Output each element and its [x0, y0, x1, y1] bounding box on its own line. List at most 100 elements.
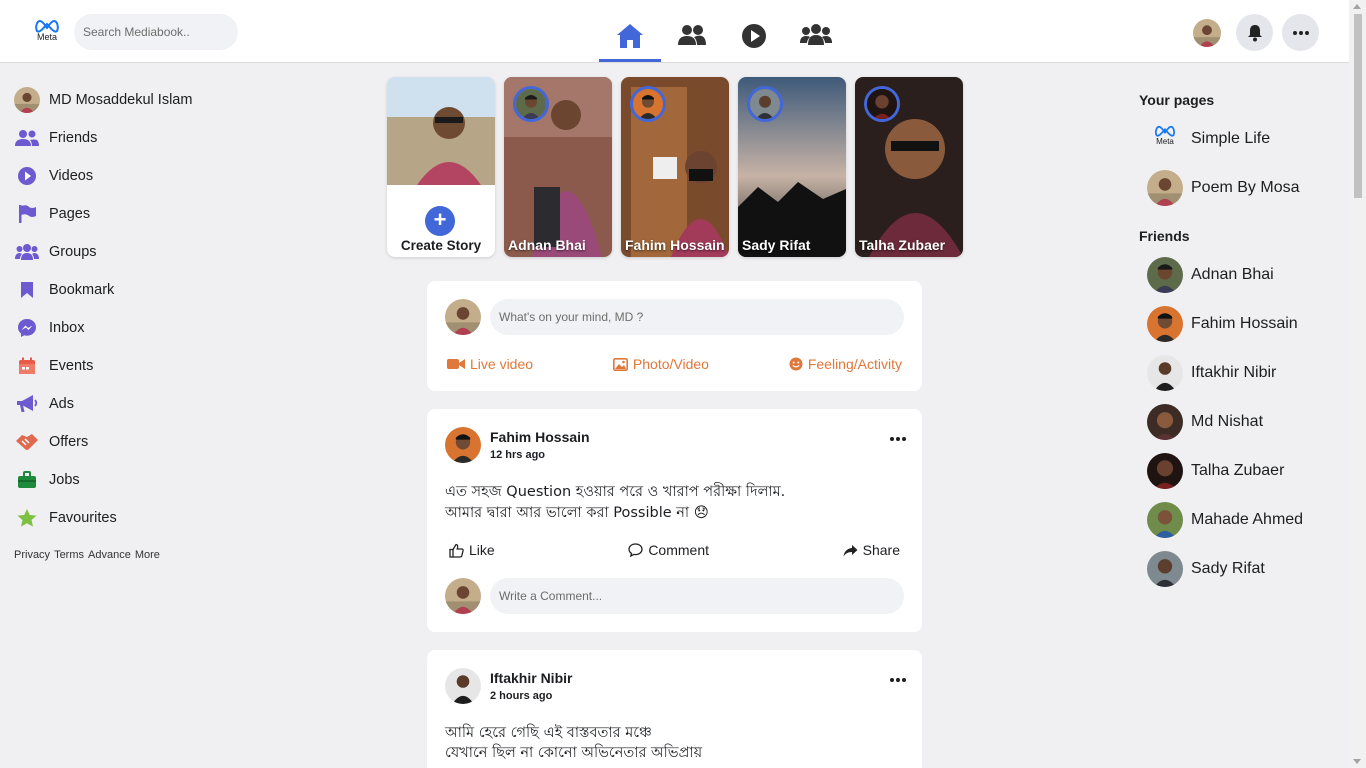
post-timestamp: 2 hours ago: [490, 690, 553, 702]
sidebar-item-label: Jobs: [49, 472, 80, 488]
friend-item[interactable]: Fahim Hossain: [1139, 299, 1339, 348]
share-button[interactable]: Share: [843, 542, 900, 558]
post-actions: Like Comment Share: [449, 542, 900, 558]
nav-friends[interactable]: [661, 14, 723, 60]
page-item[interactable]: Poem By Mosa: [1139, 163, 1339, 212]
sidebar-item-groups[interactable]: Groups: [14, 233, 274, 271]
like-button[interactable]: Like: [449, 542, 495, 558]
sidebar-item-ads[interactable]: Ads: [14, 385, 274, 423]
footer-link-privacy[interactable]: Privacy: [14, 549, 50, 561]
comment-bubble-icon: [628, 543, 643, 557]
page-scrollbar[interactable]: [1349, 0, 1366, 768]
avatar[interactable]: [445, 427, 481, 463]
meta-logo-text: Meta: [36, 32, 57, 42]
sidebar-item-jobs[interactable]: Jobs: [14, 461, 274, 499]
sidebar-item-pages[interactable]: Pages: [14, 195, 274, 233]
friend-name: Sady Rifat: [1191, 559, 1265, 577]
feeling-activity-button[interactable]: Feeling/Activity: [789, 356, 902, 372]
sidebar-item-label: Ads: [49, 396, 74, 412]
friends-icon: [678, 25, 706, 45]
story-avatar: [747, 86, 783, 122]
nav-groups[interactable]: [785, 14, 847, 60]
post-timestamp: 12 hrs ago: [490, 449, 546, 461]
post-text-line: যেখানে ছিল না কোনো অভিনেতার অভিপ্রায়: [445, 745, 703, 761]
sidebar-item-friends[interactable]: Friends: [14, 119, 274, 157]
story-card[interactable]: Sady Rifat: [738, 77, 846, 257]
search-input[interactable]: [74, 14, 238, 50]
profile-avatar[interactable]: [1193, 19, 1221, 47]
post-options-icon[interactable]: [890, 678, 906, 682]
friend-item[interactable]: Md Nishat: [1139, 397, 1339, 446]
handshake-icon: [14, 429, 40, 455]
scroll-up-arrow-icon[interactable]: [1353, 4, 1361, 9]
avatar: [1147, 502, 1183, 538]
friend-item[interactable]: Sady Rifat: [1139, 544, 1339, 593]
post-header: Fahim Hossain 12 hrs ago: [445, 427, 590, 463]
avatar[interactable]: [445, 668, 481, 704]
star-icon: [14, 505, 40, 531]
photo-video-button[interactable]: Photo/Video: [612, 356, 709, 372]
story-card[interactable]: Fahim Hossain: [621, 77, 729, 257]
sidebar-item-bookmark[interactable]: Bookmark: [14, 271, 274, 309]
post-options-icon[interactable]: [890, 437, 906, 441]
avatar: [1147, 404, 1183, 440]
avatar: [1147, 170, 1183, 206]
megaphone-icon: [14, 391, 40, 417]
footer-link-terms[interactable]: Terms: [54, 549, 84, 561]
create-story-card[interactable]: + Create Story: [387, 77, 495, 257]
story-card[interactable]: Adnan Bhai: [504, 77, 612, 257]
notifications-button[interactable]: [1236, 14, 1273, 51]
avatar: [1147, 355, 1183, 391]
scroll-down-arrow-icon[interactable]: [1353, 759, 1361, 764]
post-author[interactable]: Iftakhir Nibir: [490, 670, 572, 686]
friend-name: Md Nishat: [1191, 412, 1264, 430]
nav-home[interactable]: [599, 14, 661, 62]
story-avatar: [513, 86, 549, 122]
sidebar-item-label: Bookmark: [49, 282, 115, 298]
friend-name: Fahim Hossain: [1191, 314, 1298, 332]
sidebar-item-events[interactable]: Events: [14, 347, 274, 385]
post-composer: Live video Photo/Video Feeling/Activity: [427, 281, 922, 391]
add-story-button[interactable]: +: [425, 206, 455, 236]
page-item[interactable]: Meta Simple Life: [1139, 114, 1339, 163]
sidebar-item-label: Pages: [49, 206, 91, 222]
story-card[interactable]: Talha Zubaer: [855, 77, 963, 257]
sidebar-item-videos[interactable]: Videos: [14, 157, 274, 195]
scroll-thumb[interactable]: [1354, 14, 1362, 198]
sidebar-item-inbox[interactable]: Inbox: [14, 309, 274, 347]
more-menu-button[interactable]: [1282, 14, 1319, 51]
sidebar-profile[interactable]: MD Mosaddekul Islam: [14, 81, 274, 119]
sidebar-footer-links: Privacy Terms Advance More: [14, 549, 274, 561]
post-author[interactable]: Fahim Hossain: [490, 429, 590, 445]
avatar: [1147, 257, 1183, 293]
story-avatar: [864, 86, 900, 122]
friends-icon: [14, 125, 40, 151]
friend-name: Iftakhir Nibir: [1191, 363, 1277, 381]
smiley-icon: [789, 357, 803, 371]
video-camera-icon: [447, 359, 465, 369]
friends-heading: Friends: [1139, 228, 1190, 244]
groups-icon: [800, 24, 832, 45]
footer-link-advance[interactable]: Advance: [88, 549, 131, 561]
meta-logo[interactable]: Meta: [34, 19, 60, 45]
comment-input[interactable]: [490, 578, 904, 614]
friend-item[interactable]: Talha Zubaer: [1139, 446, 1339, 495]
nav-watch[interactable]: [723, 14, 785, 60]
meta-logo-text: Meta: [1156, 136, 1174, 146]
story-photo: [387, 77, 495, 185]
whats-on-your-mind-input[interactable]: [490, 299, 904, 335]
friend-item[interactable]: Iftakhir Nibir: [1139, 348, 1339, 397]
comment-button[interactable]: Comment: [628, 542, 709, 558]
meta-logo-icon: Meta: [1147, 121, 1183, 157]
sidebar-item-favourites[interactable]: Favourites: [14, 499, 274, 537]
sidebar-item-offers[interactable]: Offers: [14, 423, 274, 461]
thumbs-up-icon: [449, 543, 464, 558]
create-story-label: Create Story: [400, 238, 482, 253]
story-name: Talha Zubaer: [859, 237, 946, 253]
footer-link-more[interactable]: More: [135, 549, 160, 561]
share-arrow-icon: [843, 544, 858, 556]
friend-item[interactable]: Mahade Ahmed: [1139, 495, 1339, 544]
live-video-button[interactable]: Live video: [447, 356, 533, 372]
friend-item[interactable]: Adnan Bhai: [1139, 250, 1339, 299]
post-text-line: আমি হেরে গেছি এই বাস্তবতার মঞ্চে: [445, 725, 652, 741]
